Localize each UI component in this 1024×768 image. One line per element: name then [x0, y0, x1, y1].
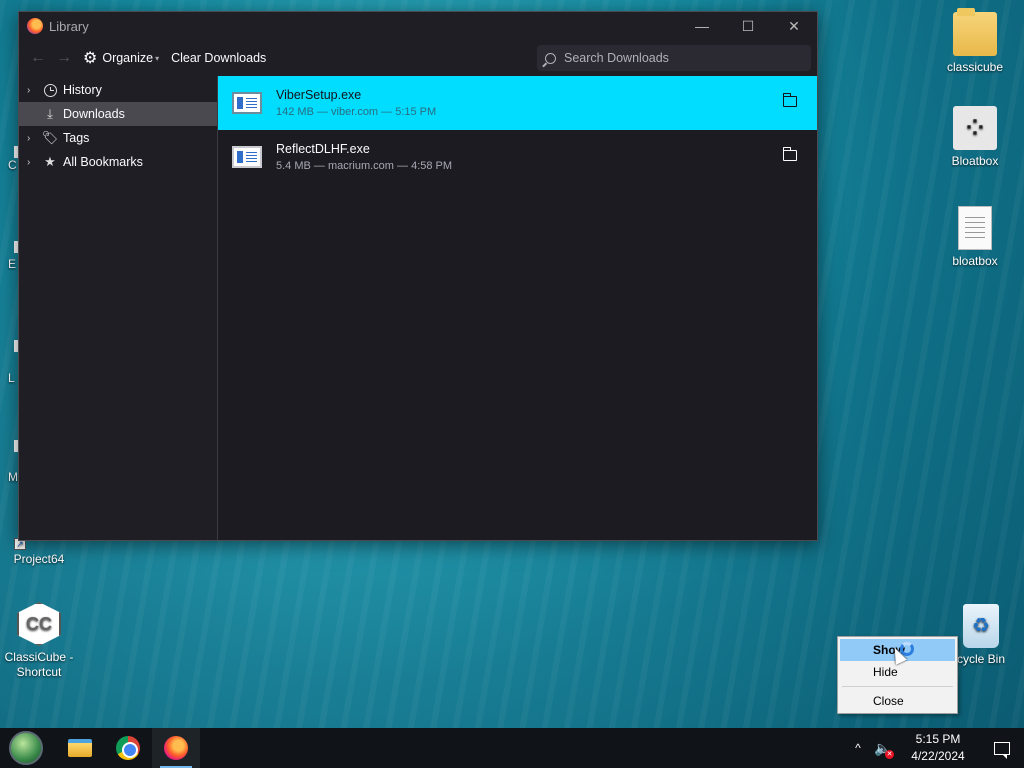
download-icon: ⤓	[47, 106, 53, 121]
taskbar-chrome[interactable]	[104, 728, 152, 768]
firefox-logo-icon	[27, 18, 43, 34]
chevron-right-icon[interactable]: ›	[27, 157, 41, 168]
folder-icon	[953, 8, 997, 56]
desktop-icon-classicube-shortcut[interactable]: CC ClassiCube - Shortcut	[2, 602, 76, 680]
sidebar-item-history[interactable]: › History	[19, 78, 217, 102]
window-title: Library	[49, 18, 89, 34]
notification-center-button[interactable]	[980, 728, 1024, 768]
gear-icon: ⚙	[83, 50, 98, 67]
download-item[interactable]: ViberSetup.exe 142 MB — viber.com — 5:15…	[218, 76, 817, 130]
desktop-icon-label: Project64	[13, 552, 65, 566]
recycle-bin-icon: ♻	[963, 604, 999, 648]
sidebar-item-label: All Bookmarks	[63, 155, 143, 169]
chevron-down-icon: ▾	[155, 53, 160, 63]
library-window: Library — ☐ ✕ ← → ⚙ Organize ▾ Clear Dow…	[18, 11, 818, 541]
taskbar-firefox[interactable]	[152, 728, 200, 768]
search-input[interactable]	[564, 51, 784, 65]
organize-label: Organize	[102, 51, 154, 65]
taskbar-file-explorer[interactable]	[56, 728, 104, 768]
sidebar-item-label: Downloads	[63, 107, 125, 121]
menu-item-close[interactable]: Close	[840, 690, 955, 712]
minimize-button[interactable]: —	[679, 12, 725, 40]
open-folder-icon[interactable]	[782, 93, 797, 107]
menu-item-hide[interactable]: Hide	[840, 661, 955, 683]
menu-separator	[842, 686, 953, 687]
clear-downloads-button[interactable]: Clear Downloads	[165, 45, 272, 71]
clock-icon	[41, 82, 59, 98]
arrow-left-icon[interactable]: ←	[25, 45, 51, 71]
arrow-right-icon[interactable]: →	[51, 45, 77, 71]
sidebar-item-all-bookmarks[interactable]: › ★ All Bookmarks	[19, 150, 217, 174]
chrome-icon	[116, 736, 140, 760]
download-filename: ViberSetup.exe	[276, 88, 362, 102]
sidebar-item-downloads[interactable]: ⤓ Downloads	[19, 102, 217, 126]
volume-muted-icon[interactable]: 🔈 ✕	[870, 740, 896, 759]
download-details: 5.4 MB — macrium.com — 4:58 PM	[276, 160, 453, 172]
open-folder-icon[interactable]	[782, 147, 797, 161]
taskbar: ^ 🔈 ✕ 5:15 PM 4/22/2024	[0, 728, 1024, 768]
search-box[interactable]	[537, 45, 811, 71]
clock-time: 5:15 PM	[915, 732, 961, 746]
downloads-list: ViberSetup.exe 142 MB — viber.com — 5:15…	[218, 76, 817, 540]
sidebar-item-label: History	[63, 83, 102, 97]
desktop-icon-bloatbox-file[interactable]: bloatbox	[938, 206, 1012, 269]
bloatbox-app-icon: ⁘	[953, 106, 997, 150]
desktop-icon-label: bloatbox	[952, 254, 998, 268]
start-orb-icon	[9, 731, 43, 765]
executable-file-icon	[232, 92, 262, 114]
notification-icon	[994, 741, 1010, 759]
show-hidden-icons-chevron-icon[interactable]: ^	[846, 741, 870, 755]
organize-button[interactable]: ⚙ Organize ▾	[77, 45, 165, 71]
tag-icon: 🏷	[41, 130, 59, 145]
file-explorer-icon	[68, 739, 92, 757]
sidebar-item-tags[interactable]: › 🏷 Tags	[19, 126, 217, 150]
firefox-icon	[164, 736, 188, 760]
download-item[interactable]: ReflectDLHF.exe 5.4 MB — macrium.com — 4…	[218, 130, 817, 184]
maximize-button[interactable]: ☐	[725, 12, 771, 40]
desktop-icon-bloatbox-app[interactable]: ⁘ Bloatbox	[938, 106, 1012, 169]
classicube-icon: CC	[17, 602, 61, 646]
partial-desktop-label: L	[8, 371, 15, 385]
partial-desktop-label: E	[8, 257, 17, 271]
system-tray: ^ 🔈 ✕ 5:15 PM 4/22/2024	[846, 728, 1024, 768]
partial-desktop-label: C	[8, 158, 17, 172]
text-file-icon	[958, 206, 992, 250]
download-filename: ReflectDLHF.exe	[276, 142, 370, 156]
start-button[interactable]	[0, 728, 52, 768]
taskbar-clock[interactable]: 5:15 PM 4/22/2024	[896, 731, 980, 765]
window-titlebar[interactable]: Library — ☐ ✕	[19, 12, 817, 40]
desktop-icon-label: ClassiCube - Shortcut	[4, 650, 74, 679]
partial-desktop-label: M	[8, 470, 18, 484]
close-button[interactable]: ✕	[771, 12, 817, 40]
search-icon	[545, 52, 556, 64]
download-details: 142 MB — viber.com — 5:15 PM	[276, 106, 437, 118]
library-toolbar: ← → ⚙ Organize ▾ Clear Downloads	[19, 40, 817, 76]
chevron-right-icon[interactable]: ›	[27, 85, 41, 96]
desktop-icon-label: Bloatbox	[951, 154, 999, 168]
executable-file-icon	[232, 146, 262, 168]
chevron-right-icon[interactable]: ›	[27, 133, 41, 144]
clock-date: 4/22/2024	[911, 749, 965, 763]
desktop-icon-classicube-folder[interactable]: classicube	[938, 8, 1012, 75]
library-sidebar: › History ⤓ Downloads › 🏷 Tags › ★ All B…	[19, 76, 218, 540]
sidebar-item-label: Tags	[63, 131, 90, 145]
star-icon: ★	[44, 154, 56, 169]
desktop-icon-label: classicube	[946, 60, 1004, 74]
